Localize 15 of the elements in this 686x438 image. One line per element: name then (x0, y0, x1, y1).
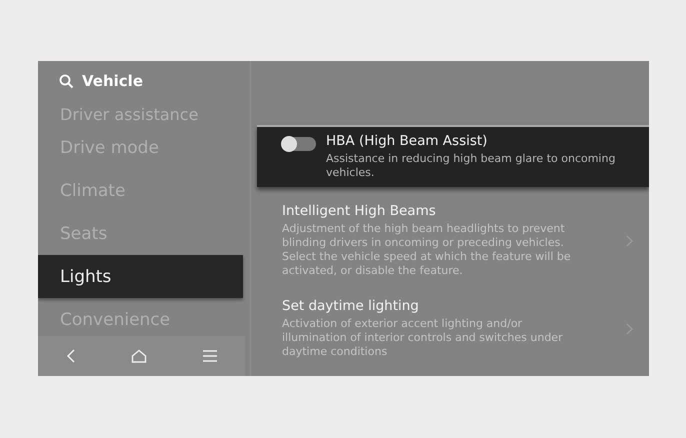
page-title: Vehicle (82, 72, 143, 90)
setting-description: Adjustment of the high beam headlights to prevent blinding drivers in oncoming or preceding vehicles. Select the vehicle speed at which the feature will be activated, or disable the feature. (282, 222, 572, 278)
sidebar-item[interactable]: Lights (38, 255, 243, 298)
home-icon[interactable] (131, 349, 148, 363)
setting-title: Set daytime lighting (282, 298, 420, 314)
search-icon[interactable] (59, 74, 74, 88)
setting-row[interactable]: HBA (High Beam Assist) Assistance in reducing high beam glare to oncoming vehicles. (257, 125, 649, 187)
setting-description: Activation of exterior accent lighting and/or illumination of interior controls and switches under daytime conditions (282, 317, 564, 359)
toggle-switch[interactable] (282, 137, 316, 151)
setting-row[interactable]: Set daytime lighting Activation of exterior accent lighting and/or illumination of interior controls and switches under daytime conditions (251, 282, 649, 363)
setting-description: Assistance in reducing high beam glare to oncoming vehicles. (326, 152, 616, 180)
back-icon[interactable] (66, 349, 76, 363)
setting-title: Intelligent High Beams (282, 203, 437, 219)
menu-icon[interactable] (203, 350, 218, 362)
setting-title: HBA (High Beam Assist) (326, 133, 488, 149)
